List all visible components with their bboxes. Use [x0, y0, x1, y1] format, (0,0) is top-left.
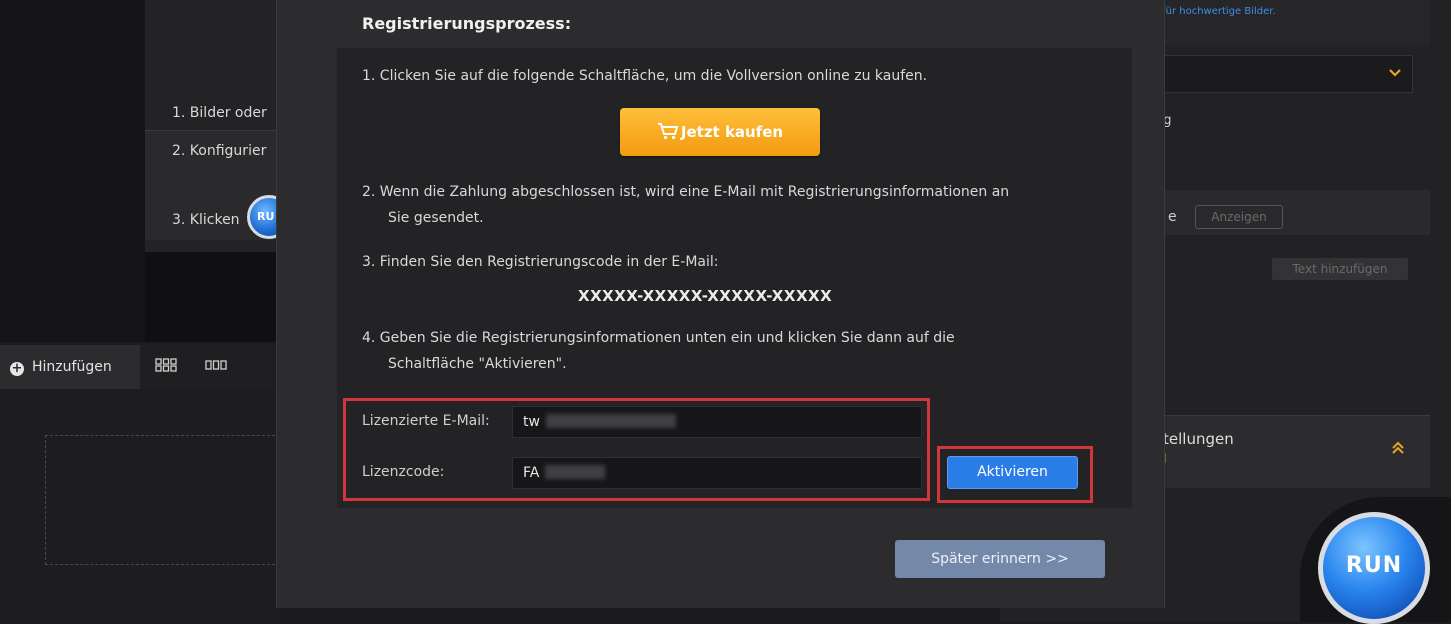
license-code-value: FA	[523, 465, 540, 481]
step-4-text-cont: Schaltfläche "Aktivieren".	[388, 356, 567, 372]
preview-area	[145, 252, 280, 342]
strip-view-icon[interactable]	[205, 358, 227, 372]
redacted-email	[545, 414, 676, 428]
license-code-field[interactable]: FA	[512, 457, 922, 489]
activate-button[interactable]: Aktivieren	[947, 456, 1078, 489]
run-button[interactable]: RUN	[1318, 512, 1430, 624]
add-tab-label: Hinzufügen	[32, 359, 112, 375]
step-2-text: 2. Wenn die Zahlung abgeschlossen ist, w…	[362, 184, 1010, 200]
info-text-line-2: t für hochwertige Bilder.	[1155, 6, 1276, 17]
step-3-text: 3. Finden Sie den Registrierungscode in …	[362, 254, 719, 270]
show-button[interactable]: Anzeigen	[1195, 205, 1283, 229]
plus-circle-icon: +	[10, 361, 24, 376]
email-field[interactable]: tw	[512, 406, 922, 438]
license-code-label: Lizenzcode:	[362, 464, 445, 480]
step-1-text: 1. Clicken Sie auf die folgende Schaltfl…	[362, 68, 928, 84]
email-value: tw	[523, 414, 540, 430]
step-1-label: 1. Bilder oder	[145, 93, 280, 133]
partial-row-text: e	[1168, 209, 1177, 225]
registration-code-sample: XXXXX-XXXXX-XXXXX-XXXXX	[578, 287, 833, 305]
drop-zone[interactable]	[45, 435, 280, 565]
redacted-code	[545, 465, 606, 479]
cart-icon	[657, 123, 679, 140]
buy-now-button[interactable]: Jetzt kaufen	[620, 108, 820, 156]
remind-later-button[interactable]: Später erinnern >>	[895, 540, 1105, 578]
chevron-down-icon[interactable]	[1388, 62, 1402, 83]
add-text-button[interactable]: Text hinzufügen	[1272, 258, 1408, 280]
double-chevron-up-icon[interactable]	[1390, 440, 1406, 460]
buy-now-label: Jetzt kaufen	[680, 123, 784, 141]
left-dark-panel	[0, 0, 145, 342]
format-select[interactable]	[1150, 55, 1413, 93]
grid-view-icon[interactable]	[155, 358, 177, 372]
settings-section[interactable]	[1150, 415, 1430, 488]
email-label: Lizenzierte E-Mail:	[362, 413, 490, 429]
step-2-text-cont: Sie gesendet.	[388, 210, 484, 226]
dialog-title: Registrierungsprozess:	[362, 14, 572, 33]
add-tab[interactable]: + Hinzufügen	[0, 345, 140, 389]
watermark-row	[1150, 190, 1430, 235]
step-4-text: 4. Geben Sie die Registrierungsinformati…	[362, 330, 955, 346]
step-3-label: 3. Klicken	[145, 200, 247, 240]
info-text: t für hochwertige Bilder.	[1155, 4, 1276, 19]
settings-label: tellungen	[1163, 430, 1234, 448]
